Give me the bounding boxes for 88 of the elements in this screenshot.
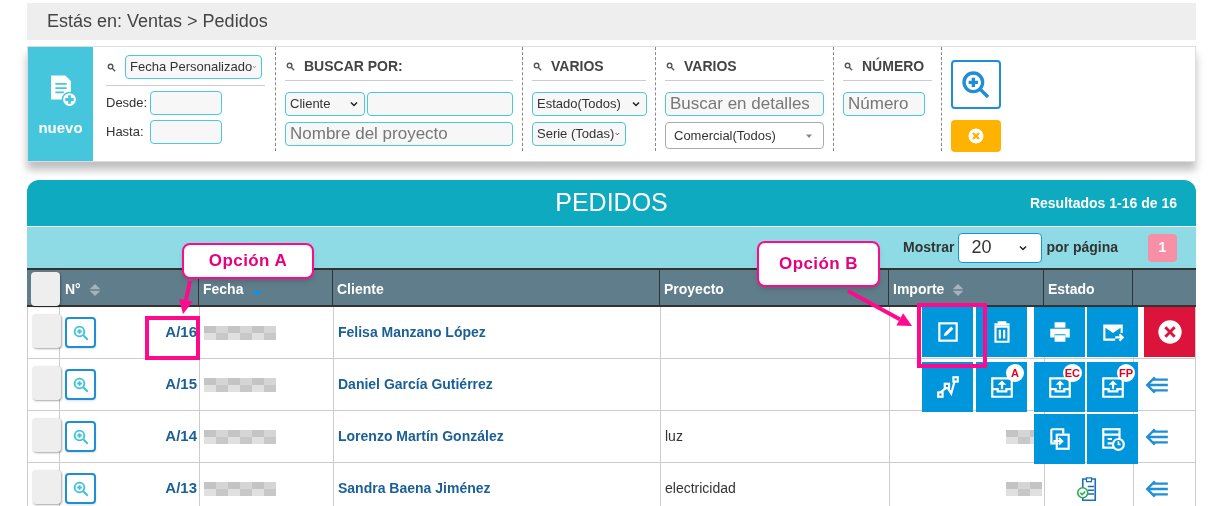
checkbox[interactable] xyxy=(32,366,61,400)
per-page-label: por página xyxy=(1046,238,1118,257)
column-header: N° xyxy=(65,280,81,299)
view-button[interactable] xyxy=(65,369,96,400)
workflow-button[interactable] xyxy=(922,362,973,412)
section-title: VARIOS xyxy=(684,57,737,76)
search-icon xyxy=(106,61,117,73)
section-title: NÚMERO xyxy=(862,56,925,76)
blurred-value xyxy=(204,429,276,444)
callout: Opción B xyxy=(757,241,880,287)
blurred-value xyxy=(1006,481,1042,496)
upload-button[interactable]: FP xyxy=(1087,362,1138,412)
calendar-clock-icon xyxy=(1099,426,1126,452)
input-field[interactable]: Nombre del proyecto xyxy=(285,122,513,146)
callout: Opción A xyxy=(182,243,314,279)
checkbox[interactable] xyxy=(32,470,61,504)
dropdown[interactable]: Serie (Todas) xyxy=(532,122,626,146)
view-button[interactable] xyxy=(65,473,96,504)
column-header: Proyecto xyxy=(664,280,724,299)
search-icon xyxy=(843,61,854,72)
checkbox[interactable] xyxy=(32,314,61,348)
input-field[interactable] xyxy=(367,92,513,116)
dropdown[interactable]: Cliente xyxy=(285,92,365,116)
close-button[interactable] xyxy=(1144,307,1195,357)
badge: EC xyxy=(1062,364,1082,382)
column-header: Importe xyxy=(893,280,945,299)
search-icon xyxy=(285,61,296,72)
zoom-in-icon xyxy=(960,68,992,101)
badge: A xyxy=(1006,364,1024,382)
client-name[interactable]: Lorenzo Martín González xyxy=(338,426,504,447)
breadcrumb: Estás en: Ventas > Pedidos xyxy=(47,10,268,33)
delete-button[interactable] xyxy=(976,307,1027,357)
input-field[interactable] xyxy=(150,91,222,115)
nodes-icon xyxy=(934,374,961,400)
print-button[interactable] xyxy=(1034,307,1085,357)
input-field[interactable] xyxy=(150,120,222,144)
close-icon xyxy=(1155,318,1184,346)
copy-button[interactable] xyxy=(1034,414,1085,464)
email-button[interactable] xyxy=(1087,307,1138,357)
badge: FP xyxy=(1116,364,1135,382)
callout-arrow xyxy=(179,280,193,314)
order-number[interactable]: A/14 xyxy=(165,425,197,448)
order-number[interactable]: A/13 xyxy=(165,477,197,500)
dropdown[interactable]: Estado(Todos) xyxy=(532,92,647,116)
column-header: Cliente xyxy=(337,280,384,299)
client-name[interactable]: Felisa Manzano López xyxy=(338,322,486,343)
highlight-frame xyxy=(917,303,987,368)
blurred-value xyxy=(204,377,276,392)
column-header: Estado xyxy=(1048,280,1095,299)
table-title: PEDIDOS xyxy=(555,187,668,219)
results-count: Resultados 1-16 de 16 xyxy=(1029,193,1177,213)
blurred-value xyxy=(204,481,276,496)
page-size-dropdown[interactable]: 20 xyxy=(958,232,1043,263)
upload-button[interactable]: EC xyxy=(1034,362,1085,412)
order-number[interactable]: A/16 xyxy=(165,321,197,344)
edit-button[interactable] xyxy=(922,307,973,357)
search-icon xyxy=(665,61,676,72)
view-button[interactable] xyxy=(65,421,96,452)
checkbox[interactable] xyxy=(32,418,61,452)
show-label: Mostrar xyxy=(903,238,955,257)
highlight-frame xyxy=(145,316,200,360)
field-label: Desde: xyxy=(106,94,144,113)
input-field[interactable]: Número xyxy=(843,92,925,116)
project-name: luz xyxy=(665,427,683,446)
search-button[interactable] xyxy=(951,60,1001,109)
project-name: electricidad xyxy=(665,479,736,498)
client-name[interactable]: Daniel García Gutiérrez xyxy=(338,374,493,395)
input-field[interactable]: Buscar en detalles xyxy=(665,92,824,116)
dropdown[interactable]: Comercial(Todos) xyxy=(665,122,824,149)
clear-button[interactable] xyxy=(951,120,1001,152)
order-number[interactable]: A/15 xyxy=(165,373,197,396)
section-title: VARIOS xyxy=(551,57,604,76)
client-name[interactable]: Sandra Baena Jiménez xyxy=(338,478,491,499)
blurred-value xyxy=(204,325,276,340)
column-header: Fecha xyxy=(203,280,244,299)
field-label: Hasta: xyxy=(106,123,144,142)
dropdown[interactable]: Fecha Personalizado xyxy=(125,55,262,79)
zoom-in-icon xyxy=(71,323,90,342)
close-icon xyxy=(967,127,985,145)
schedule-button[interactable] xyxy=(1087,414,1138,464)
zoom-in-icon xyxy=(71,375,90,394)
upload-button[interactable]: A xyxy=(976,362,1027,412)
view-button[interactable] xyxy=(65,317,96,348)
zoom-in-icon xyxy=(71,479,90,498)
section-title: BUSCAR POR: xyxy=(304,57,403,76)
search-icon xyxy=(532,61,543,72)
zoom-in-icon xyxy=(71,427,90,446)
checkbox[interactable] xyxy=(31,272,60,306)
